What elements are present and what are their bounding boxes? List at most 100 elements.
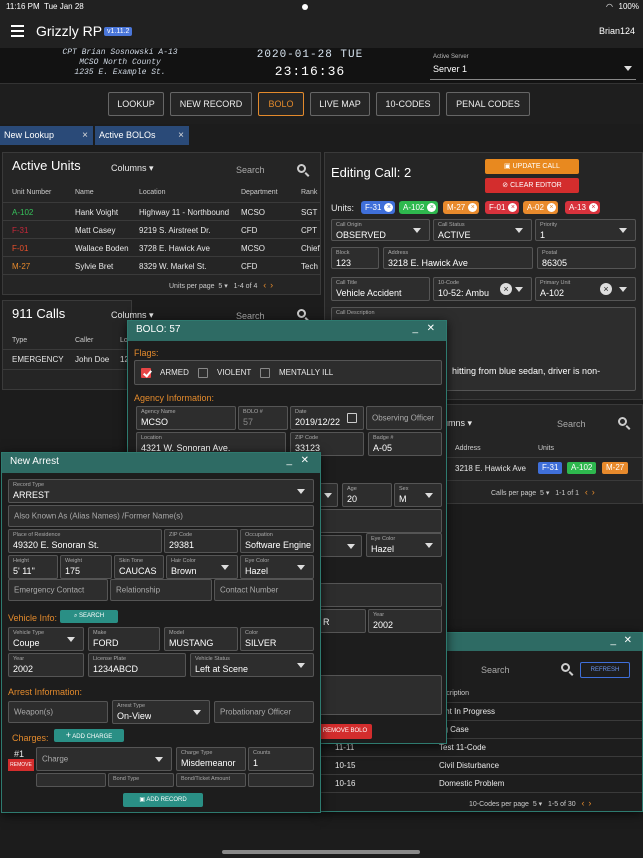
unit-number[interactable]: F-31: [12, 226, 28, 235]
close-icon[interactable]: ✕: [624, 635, 632, 646]
charge-type-select[interactable]: Charge Type Misdemeanor: [176, 747, 246, 771]
unit-number[interactable]: F-01: [12, 244, 28, 253]
per-page-select[interactable]: 5: [540, 490, 544, 497]
hair-color-select[interactable]: Hair Color Brown: [166, 555, 238, 579]
mentally-ill-checkbox[interactable]: [260, 368, 270, 378]
remove-bolo-button[interactable]: REMOVE BOLO: [318, 724, 372, 739]
arrest-zip-field[interactable]: ZIP Code 29381: [164, 529, 238, 553]
columns-button[interactable]: umns ▾: [443, 418, 472, 429]
priority-select[interactable]: Priority 1: [535, 219, 636, 241]
active-server-select[interactable]: Active Server Server 1: [430, 52, 636, 80]
charge-extra-field-2[interactable]: [248, 773, 314, 787]
badge-field[interactable]: Badge # A-05: [368, 432, 442, 456]
code-value[interactable]: 11-11: [335, 743, 354, 752]
relationship-field[interactable]: Relationship: [110, 579, 212, 601]
prev-page-icon[interactable]: ‹: [263, 280, 266, 290]
remove-unit-icon[interactable]: ×: [508, 203, 518, 212]
remove-unit-icon[interactable]: ×: [588, 203, 598, 212]
calendar-icon[interactable]: [347, 413, 357, 423]
unit-chip[interactable]: F-31 ×: [361, 201, 396, 214]
col-location[interactable]: Location: [139, 189, 165, 196]
col-units[interactable]: Units: [538, 445, 554, 452]
search-icon[interactable]: [618, 417, 627, 426]
primary-unit-select[interactable]: Primary Unit A-102 ×: [535, 277, 636, 301]
code-value[interactable]: 10-16: [335, 779, 355, 788]
date-field[interactable]: Date 2019/12/22: [290, 406, 364, 430]
bolo-blank-select[interactable]: [318, 535, 362, 557]
minimize-icon[interactable]: _: [286, 455, 292, 466]
next-page-icon[interactable]: ›: [588, 798, 591, 808]
search-icon[interactable]: [561, 663, 570, 672]
close-icon[interactable]: ×: [178, 126, 184, 145]
remove-unit-icon[interactable]: ×: [546, 203, 556, 212]
remove-unit-icon[interactable]: ×: [384, 203, 394, 212]
age-field[interactable]: Age 20: [342, 483, 392, 507]
counts-field[interactable]: Counts 1: [248, 747, 314, 771]
charge-extra-field[interactable]: [36, 773, 106, 787]
eye-color-select[interactable]: Eye Color Hazel: [366, 533, 442, 557]
unit-chip[interactable]: A-02 ×: [523, 201, 558, 214]
color-field[interactable]: Color SILVER: [240, 627, 314, 651]
weight-field[interactable]: Weight 175: [60, 555, 112, 579]
prev-page-icon[interactable]: ‹: [582, 798, 585, 808]
remove-unit-icon[interactable]: ×: [427, 203, 437, 212]
partial-select[interactable]: [318, 483, 338, 507]
units-search-input[interactable]: Search: [236, 165, 265, 175]
remove-unit-icon[interactable]: ×: [468, 203, 478, 212]
menu-icon[interactable]: [11, 25, 24, 37]
bolo-vehicle-field-2[interactable]: R: [318, 609, 366, 633]
alias-field[interactable]: Also Known As (Alias Names) /Former Name…: [8, 505, 314, 527]
per-page-select[interactable]: 5: [533, 801, 537, 808]
unit-chip[interactable]: F-01 ×: [485, 201, 520, 214]
calls-list-search-input[interactable]: Search: [557, 419, 586, 429]
nav-penal-codes-button[interactable]: PENAL CODES: [446, 92, 530, 116]
modal-title-bar[interactable]: New Arrest _ ✕: [2, 453, 320, 473]
close-icon[interactable]: ✕: [301, 455, 309, 466]
violent-checkbox[interactable]: [198, 368, 208, 378]
model-field[interactable]: Model MUSTANG: [164, 627, 238, 651]
observing-officer-field[interactable]: Observing Officer: [366, 406, 442, 430]
refresh-button[interactable]: REFRESH: [580, 662, 630, 678]
add-record-button[interactable]: ▣ ADD RECORD: [123, 793, 203, 807]
unit-number[interactable]: M-27: [12, 262, 30, 271]
charge-select[interactable]: Charge: [36, 747, 172, 771]
tab-new-lookup[interactable]: New Lookup ×: [0, 126, 93, 145]
armed-checkbox[interactable]: [141, 368, 151, 378]
unit-chip[interactable]: M-27 ×: [443, 201, 480, 214]
unit-number[interactable]: A-102: [12, 208, 33, 217]
weapons-field[interactable]: Weapon(s): [8, 701, 108, 723]
record-type-select[interactable]: Record Type ARREST: [8, 479, 314, 503]
modal-title-bar[interactable]: BOLO: 57 _ ✕: [128, 321, 446, 341]
bond-amount-field[interactable]: Bond/Ticket Amount: [176, 773, 246, 787]
col-department[interactable]: Department: [241, 189, 278, 196]
close-icon[interactable]: ×: [82, 126, 88, 145]
make-field[interactable]: Make FORD: [88, 627, 160, 651]
unit-badge[interactable]: M-27: [602, 462, 629, 474]
bond-type-select[interactable]: Bond Type: [108, 773, 174, 787]
codes-search-input[interactable]: Search: [481, 665, 510, 675]
unit-chip[interactable]: A-102 ×: [399, 201, 439, 214]
arrest-type-select[interactable]: Arrest Type On-View: [112, 700, 210, 724]
nav-10-codes-button[interactable]: 10-CODES: [376, 92, 440, 116]
residence-field[interactable]: Place of Residence 49320 E. Sonoran St.: [8, 529, 162, 553]
add-charge-button[interactable]: + ADD CHARGE: [54, 729, 124, 742]
clear-editor-button[interactable]: ⊘ CLEAR EDITOR: [485, 178, 579, 193]
user-name[interactable]: Brian124: [599, 26, 635, 36]
bolo-notes-field[interactable]: [318, 675, 442, 715]
unit-badge[interactable]: A-102: [567, 462, 597, 474]
col-address[interactable]: Address: [455, 445, 481, 452]
license-plate-field[interactable]: License Plate 1234ABCD: [88, 653, 186, 677]
nav-live-map-button[interactable]: LIVE MAP: [310, 92, 370, 116]
col-rank[interactable]: Rank: [301, 189, 317, 196]
col-caller[interactable]: Caller: [75, 337, 93, 344]
minimize-icon[interactable]: _: [412, 323, 418, 334]
call-type[interactable]: EMERGENCY: [12, 355, 64, 364]
sex-select[interactable]: Sex M: [394, 483, 442, 507]
col-type[interactable]: Type: [12, 337, 27, 344]
bolo-vehicle-field[interactable]: [318, 583, 442, 607]
arrest-year-field[interactable]: Year 2002: [8, 653, 84, 677]
next-page-icon[interactable]: ›: [270, 280, 273, 290]
unit-chip[interactable]: A-13 ×: [565, 201, 600, 214]
probation-officer-field[interactable]: Probationary Officer: [214, 701, 314, 723]
vehicle-status-select[interactable]: Vehicle Status Left at Scene: [190, 653, 314, 677]
